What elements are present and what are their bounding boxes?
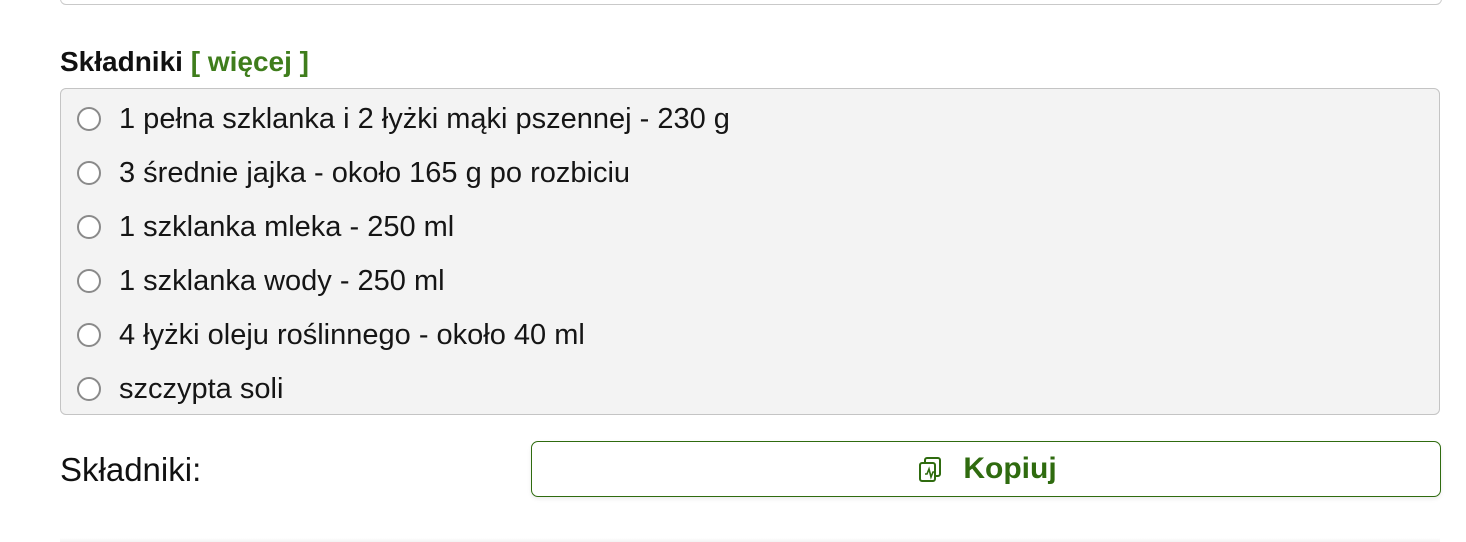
ingredient-radio[interactable] xyxy=(77,377,101,401)
ingredient-label: 1 pełna szklanka i 2 łyżki mąki pszennej… xyxy=(119,103,730,135)
bottom-divider xyxy=(60,538,1440,542)
recipe-ingredients-page: Składniki [ więcej ] 1 pełna szklanka i … xyxy=(0,0,1466,542)
ingredient-radio[interactable] xyxy=(77,323,101,347)
copy-button[interactable]: Kopiuj xyxy=(531,441,1441,497)
ingredient-radio[interactable] xyxy=(77,215,101,239)
more-ingredients-link[interactable]: [ więcej ] xyxy=(191,46,309,77)
ingredients-title: Składniki xyxy=(60,46,183,77)
ingredient-radio[interactable] xyxy=(77,269,101,293)
ingredient-item[interactable]: 1 szklanka mleka - 250 ml xyxy=(61,200,1439,254)
ingredient-label: 1 szklanka wody - 250 ml xyxy=(119,265,445,297)
ingredient-radio[interactable] xyxy=(77,107,101,131)
ingredients-heading: Składniki [ więcej ] xyxy=(60,44,309,80)
ingredient-label: 1 szklanka mleka - 250 ml xyxy=(119,211,455,243)
ingredient-label: 4 łyżki oleju roślinnego - około 40 ml xyxy=(119,319,585,351)
copy-section-label: Składniki: xyxy=(60,451,202,488)
ingredient-item[interactable]: 1 pełna szklanka i 2 łyżki mąki pszennej… xyxy=(61,92,1439,146)
copy-icon xyxy=(915,454,945,484)
ingredient-label: 3 średnie jajka - około 165 g po rozbici… xyxy=(119,157,631,189)
copy-button-label: Kopiuj xyxy=(963,452,1057,485)
ingredient-label: szczypta soli xyxy=(119,373,284,405)
ingredient-item[interactable]: szczypta soli xyxy=(61,362,1439,416)
previous-section-box xyxy=(60,0,1442,5)
ingredient-item[interactable]: 3 średnie jajka - około 165 g po rozbici… xyxy=(61,146,1439,200)
ingredient-radio[interactable] xyxy=(77,161,101,185)
ingredient-item[interactable]: 1 szklanka wody - 250 ml xyxy=(61,254,1439,308)
ingredients-list: 1 pełna szklanka i 2 łyżki mąki pszennej… xyxy=(60,88,1440,415)
ingredient-item[interactable]: 4 łyżki oleju roślinnego - około 40 ml xyxy=(61,308,1439,362)
